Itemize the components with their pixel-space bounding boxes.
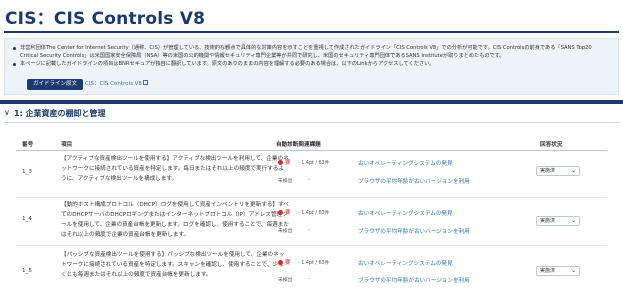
table-row: 1_4 【動的ホスト構成プロトコル（DHCP）ログを使用して資産インベントリを更… xyxy=(16,198,607,246)
unresolved-value: - xyxy=(308,227,310,233)
cis-v8-link[interactable]: CIS：CIS Controls V8 xyxy=(85,79,148,90)
issue-link[interactable]: ブラウザの平均年齢が古いバージョンを利用 xyxy=(358,177,470,185)
divider-band xyxy=(0,100,623,104)
unresolved-label: 未検出 xyxy=(278,278,293,283)
table-row: 1_3 【アクティブな資産検出ツールを使用する】アクティブな検出ツールを利用して… xyxy=(16,152,607,198)
unresolved-label: 未検出 xyxy=(278,179,293,184)
section-toggle-icon[interactable]: ∨ xyxy=(4,108,10,117)
page-title: CIS：CIS Controls V8 xyxy=(5,9,206,29)
alert-badge-label: 要 xyxy=(285,160,291,166)
chevron-down-icon: ⌄ xyxy=(570,167,576,174)
row-number: 1_4 xyxy=(22,216,32,222)
status-select-value: 実施済 xyxy=(540,268,556,274)
unresolved-label: 未検出 xyxy=(278,229,293,234)
row-description: 【パッシブな資産検出ツールを使用する】パッシブな検出ツールを使用して、企業のネッ… xyxy=(61,252,285,278)
section-rule xyxy=(4,122,619,123)
issue-link[interactable]: 古いオペレーティングシステムの発見 xyxy=(358,159,453,167)
status-select-value: 実施済 xyxy=(540,168,556,174)
chevron-down-icon: ⌄ xyxy=(570,267,576,274)
notice-list: 非営利団体The Center for Internet Security（通称… xyxy=(13,44,610,68)
header-item: 項目 xyxy=(61,142,73,148)
status-select[interactable]: 実施済 ⌄ xyxy=(536,266,580,276)
section-title[interactable]: 1: 企業資産の棚卸と管理 xyxy=(14,108,106,119)
score-text: - 1.4pt / 63件 xyxy=(298,161,330,166)
alert-dot-icon xyxy=(278,209,283,215)
alert-badge-label: 要 xyxy=(285,260,291,266)
chevron-down-icon: ⌄ xyxy=(570,217,576,224)
notice-item: 本ページに記載したガイドラインの項目はBNRセキュアが独自に翻訳しています。原文… xyxy=(13,60,610,68)
cis-v8-link-label[interactable]: CIS：CIS Controls V8 xyxy=(85,81,142,87)
issue-link[interactable]: ブラウザの平均年齢が古いバージョンを利用 xyxy=(358,227,470,235)
row-number: 1_5 xyxy=(22,268,32,274)
row-description: 【動的ホスト構成プロトコル（DHCP）ログを使用して資産インベントリを更新する】… xyxy=(61,202,289,238)
header-auto: 自動診断関連課題 xyxy=(276,142,321,148)
alert-badge: 要 xyxy=(278,208,290,216)
alert-dot-icon xyxy=(278,259,283,265)
alert-badge-label: 要 xyxy=(285,210,291,216)
status-select[interactable]: 実施済 ⌄ xyxy=(536,216,580,226)
row-number: 1_3 xyxy=(22,169,32,175)
unresolved-value: - xyxy=(308,276,310,282)
unresolved-value: - xyxy=(308,177,310,183)
notice-item: 非営利団体The Center for Internet Security（通称… xyxy=(13,44,610,60)
status-select-value: 実施済 xyxy=(540,218,556,224)
status-select[interactable]: 実施済 ⌄ xyxy=(536,166,580,176)
header-no: 番号 xyxy=(22,142,34,148)
score-text: - 1.4pt / 63件 xyxy=(298,211,330,216)
score-text: - 1.4pt / 63件 xyxy=(298,261,330,266)
issue-link[interactable]: ブラウザの平均年齢が古いバージョンを利用 xyxy=(358,276,470,284)
issue-link[interactable]: 古いオペレーティングシステムの発見 xyxy=(358,209,453,217)
alert-dot-icon xyxy=(278,159,283,165)
guideline-original-button[interactable]: ガイドライン原文 xyxy=(27,79,84,90)
table-row: 1_5 【パッシブな資産検出ツールを使用する】パッシブな検出ツールを使用して、企… xyxy=(16,246,607,296)
alert-badge: 要 xyxy=(278,258,290,266)
header-status: 回答状況 xyxy=(540,142,563,148)
external-link-icon xyxy=(142,80,148,85)
issue-link[interactable]: 古いオペレーティングシステムの発見 xyxy=(358,259,453,267)
notice-box: 非営利団体The Center for Internet Security（通称… xyxy=(4,38,619,95)
head-rule xyxy=(16,150,607,151)
title-rule xyxy=(4,31,619,33)
alert-badge: 要 xyxy=(278,158,290,166)
row-description: 【アクティブな資産検出ツールを使用する】アクティブな検出ツールを利用して、企業の… xyxy=(61,156,289,182)
